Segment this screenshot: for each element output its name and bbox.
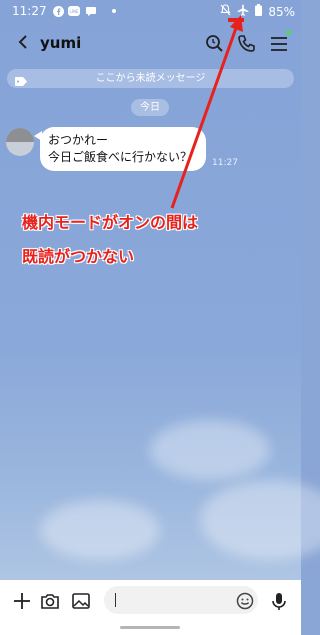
mic-icon[interactable] — [268, 590, 290, 612]
annotation-line-2: 既読がつかない — [22, 247, 135, 266]
input-bar — [0, 580, 301, 622]
image-icon[interactable] — [70, 590, 92, 612]
home-indicator[interactable] — [120, 626, 180, 629]
emoji-icon[interactable] — [234, 590, 256, 612]
camera-icon[interactable] — [39, 590, 61, 612]
home-indicator-area — [0, 622, 301, 635]
text-caret — [115, 593, 116, 607]
annotation-arrow — [170, 15, 244, 209]
annotation-line-1: 機内モードがオンの間は — [22, 213, 199, 232]
plus-icon[interactable] — [11, 590, 33, 612]
